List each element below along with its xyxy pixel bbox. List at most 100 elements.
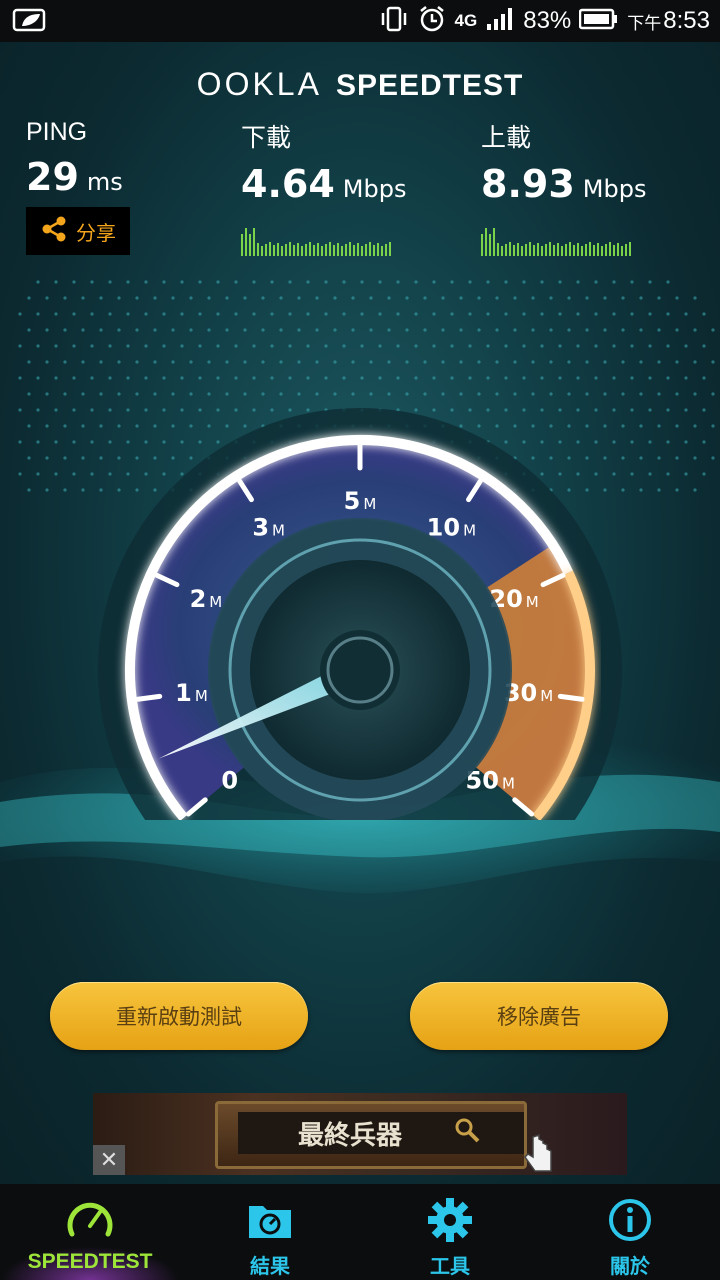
bg-dot <box>486 376 490 380</box>
bg-dot <box>36 376 40 380</box>
bg-dot <box>540 280 544 284</box>
bg-dot <box>180 280 184 284</box>
battery-percent: 83% <box>523 7 572 34</box>
bg-dot <box>477 360 481 364</box>
upload-sparkline <box>481 228 631 256</box>
bg-dot <box>567 296 571 300</box>
speedometer-icon <box>66 1196 114 1248</box>
bg-dot <box>585 296 589 300</box>
bg-dot <box>621 296 625 300</box>
bg-dot <box>108 376 112 380</box>
bg-dot <box>45 296 49 300</box>
clock: 8:53 <box>663 7 710 34</box>
bg-dot <box>657 296 661 300</box>
bg-dot <box>450 312 454 316</box>
bg-dot <box>567 360 571 364</box>
bottom-nav: SPEEDTEST 結果 工具 關於 <box>0 1184 720 1280</box>
bg-dot <box>54 344 58 348</box>
share-button[interactable]: 分享 <box>26 207 130 255</box>
bg-dot <box>234 280 238 284</box>
bg-dot <box>243 360 247 364</box>
bg-dot <box>117 296 121 300</box>
bg-dot <box>603 360 607 364</box>
bg-dot <box>396 280 400 284</box>
bg-dot <box>342 344 346 348</box>
remove-ads-button[interactable]: 移除廣告 <box>410 982 668 1050</box>
speed-gauge: 01 M2 M3 M5 M10 M20 M30 M50 M <box>98 408 622 820</box>
bg-dot <box>459 296 463 300</box>
bg-dot <box>369 296 373 300</box>
bg-dot <box>189 296 193 300</box>
bg-dot <box>486 344 490 348</box>
bg-dot <box>27 360 31 364</box>
bg-dot <box>630 344 634 348</box>
nav-results[interactable]: 結果 <box>180 1184 360 1280</box>
gear-icon <box>426 1196 474 1248</box>
bg-dot <box>270 344 274 348</box>
bg-dot <box>513 360 517 364</box>
bg-dot <box>315 328 319 332</box>
bg-dot <box>198 344 202 348</box>
bg-dot <box>423 296 427 300</box>
info-icon <box>606 1196 654 1248</box>
download-metric: 下載 4.64 Mbps <box>241 118 406 206</box>
bg-dot <box>342 376 346 380</box>
bg-dot <box>72 376 76 380</box>
bg-dot <box>36 280 40 284</box>
nav-about[interactable]: 關於 <box>540 1184 720 1280</box>
bg-dot <box>612 376 616 380</box>
bg-dot <box>243 328 247 332</box>
bg-dot <box>180 312 184 316</box>
bg-dot <box>441 296 445 300</box>
bg-dot <box>234 312 238 316</box>
bg-dot <box>288 344 292 348</box>
bg-dot <box>351 296 355 300</box>
bg-dot <box>90 280 94 284</box>
bg-dot <box>360 312 364 316</box>
bg-dot <box>36 344 40 348</box>
bg-dot <box>558 312 562 316</box>
signal-icon <box>485 6 515 36</box>
bg-dot <box>405 328 409 332</box>
bg-dot <box>684 312 688 316</box>
bg-dot <box>360 344 364 348</box>
bg-dot <box>270 280 274 284</box>
bg-dot <box>477 296 481 300</box>
bg-dot <box>468 280 472 284</box>
bg-dot <box>639 328 643 332</box>
bg-dot <box>432 344 436 348</box>
bg-dot <box>567 328 571 332</box>
share-label: 分享 <box>76 220 116 245</box>
bg-dot <box>279 328 283 332</box>
restart-test-button[interactable]: 重新啟動測試 <box>50 982 308 1050</box>
bg-dot <box>63 360 67 364</box>
bg-dot <box>477 328 481 332</box>
nav-speedtest[interactable]: SPEEDTEST <box>0 1184 180 1280</box>
nav-tools[interactable]: 工具 <box>360 1184 540 1280</box>
bg-dot <box>306 280 310 284</box>
bg-dot <box>576 344 580 348</box>
bg-dot <box>414 344 418 348</box>
bg-dot <box>333 328 337 332</box>
bg-dot <box>675 296 679 300</box>
ad-banner[interactable]: 最終兵器 ✕ <box>93 1093 627 1175</box>
bg-dot <box>108 280 112 284</box>
bg-dot <box>117 328 121 332</box>
bg-dot <box>630 376 634 380</box>
bg-dot <box>252 312 256 316</box>
ping-label: PING <box>26 118 88 146</box>
bg-dot <box>666 312 670 316</box>
bg-dot <box>612 344 616 348</box>
bg-dot <box>576 312 580 316</box>
bg-dot <box>225 296 229 300</box>
ad-close-button[interactable]: ✕ <box>93 1145 125 1175</box>
bg-dot <box>702 312 706 316</box>
bg-dot <box>432 376 436 380</box>
bg-dot <box>504 312 508 316</box>
bg-dot <box>162 376 166 380</box>
download-value: 4.64 Mbps <box>241 162 407 206</box>
bg-dot <box>63 296 67 300</box>
bg-dot <box>423 328 427 332</box>
bg-dot <box>441 360 445 364</box>
bg-dot <box>432 312 436 316</box>
